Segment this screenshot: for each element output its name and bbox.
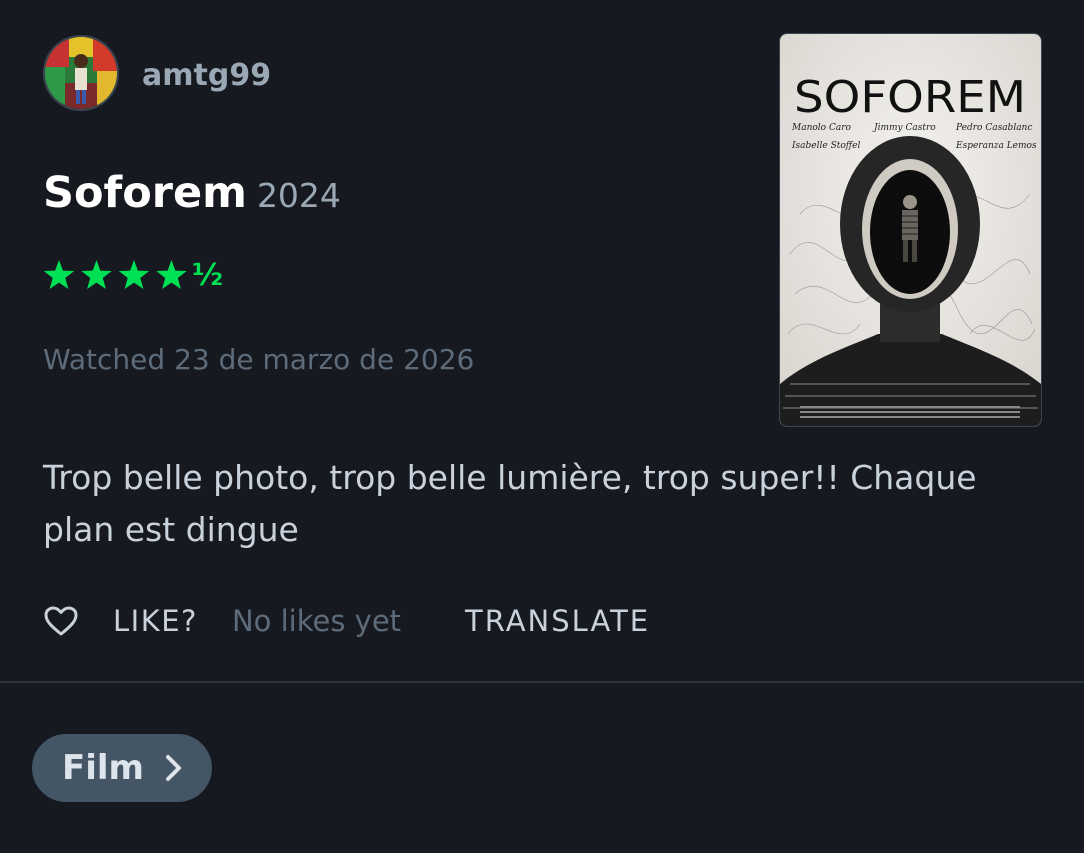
film-poster[interactable]: SOFOREM Manolo Caro Jimmy Castro Pedro C…	[779, 33, 1042, 427]
heart-icon[interactable]	[43, 605, 79, 637]
star-icon	[81, 260, 112, 289]
poster-cast-3: Pedro Casablanc	[955, 123, 1032, 133]
poster-cast-1: Manolo Caro	[791, 123, 852, 133]
chevron-right-icon	[165, 755, 181, 781]
star-icon	[118, 260, 150, 289]
film-title[interactable]: Soforem	[43, 168, 247, 218]
review-card: amtg99 Soforem 2024 ½ Watched 23 de marzo…	[0, 0, 1084, 682]
star-icon	[43, 260, 75, 289]
translate-button[interactable]: TRANSLATE	[465, 600, 650, 642]
avatar-image	[45, 37, 117, 109]
star-rating: ½	[42, 256, 223, 296]
film-heading: Soforem 2024	[43, 164, 341, 231]
film-link-label: Film	[62, 748, 144, 788]
divider	[0, 681, 1084, 683]
poster-title: SOFOREM	[794, 72, 1026, 123]
poster-cast-2: Jimmy Castro	[872, 123, 936, 133]
review-text: Trop belle photo, trop belle lumière, tr…	[43, 458, 977, 549]
half-star-glyph: ½	[192, 258, 224, 293]
film-year[interactable]: 2024	[257, 176, 341, 215]
poster-cast-5: Esperanza Lemos	[955, 141, 1037, 151]
poster-image: SOFOREM Manolo Caro Jimmy Castro Pedro C…	[780, 34, 1041, 426]
star-icon	[156, 260, 187, 289]
likes-count: No likes yet	[231, 604, 402, 638]
review-actions: LIKE? No likes yet TRANSLATE	[43, 600, 650, 642]
avatar[interactable]	[43, 35, 119, 111]
like-button[interactable]: LIKE?	[113, 600, 198, 642]
film-link-button[interactable]: Film	[32, 734, 212, 802]
rating-stars	[43, 260, 187, 289]
username[interactable]: amtg99	[142, 56, 271, 96]
poster-cast-4: Isabelle Stoffel	[791, 141, 860, 151]
watched-date: Watched 23 de marzo de 2026	[43, 343, 475, 376]
